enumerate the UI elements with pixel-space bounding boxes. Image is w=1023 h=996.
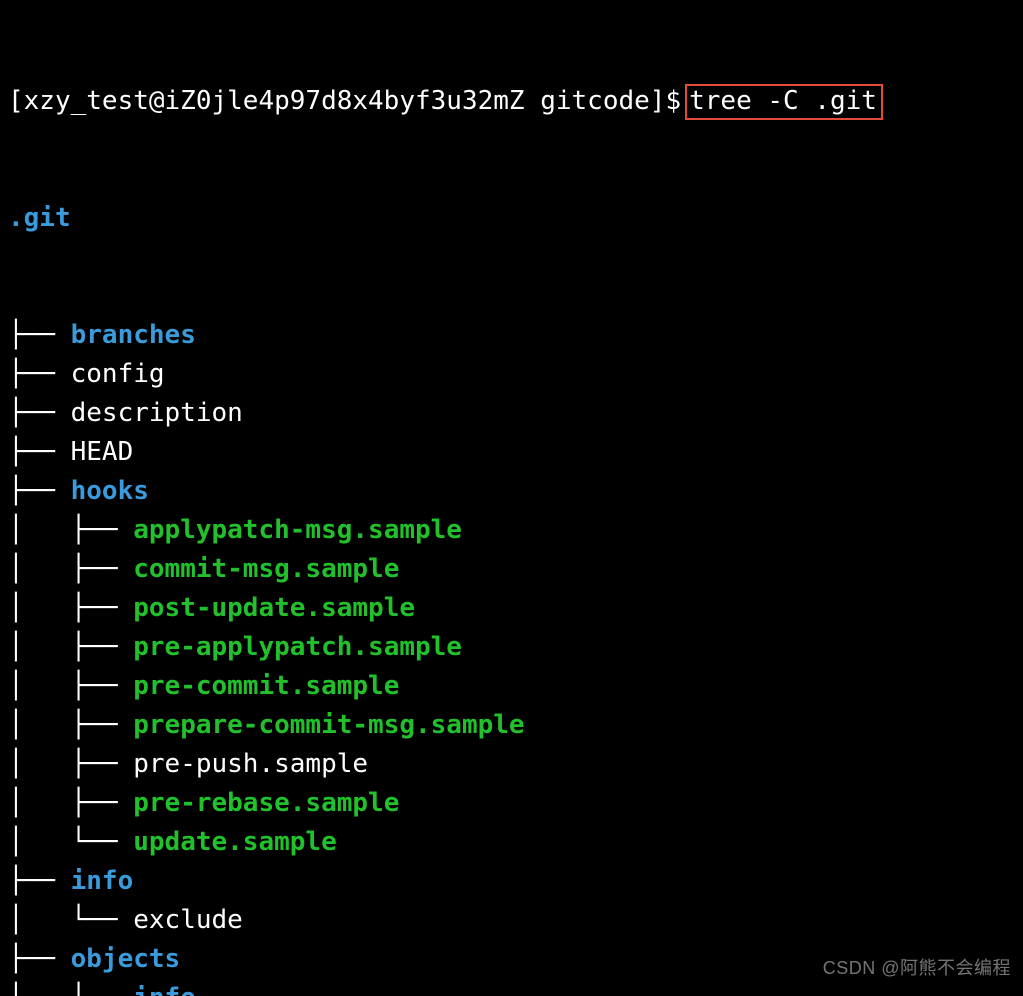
file-entry: config: [71, 359, 165, 389]
tree-row: ├── info: [8, 862, 1015, 901]
tree-row: ├── description: [8, 394, 1015, 433]
tree-body: ├── branches├── config├── description├──…: [8, 316, 1015, 996]
directory-entry: branches: [71, 320, 196, 350]
tree-prefix: ├──: [8, 476, 71, 506]
command-highlight: tree -C .git: [685, 84, 883, 120]
executable-entry: prepare-commit-msg.sample: [133, 710, 524, 740]
file-entry: pre-push.sample: [133, 749, 368, 779]
watermark: CSDN @阿熊不会编程: [823, 955, 1011, 982]
executable-entry: post-update.sample: [133, 593, 415, 623]
tree-row: │ ├── post-update.sample: [8, 589, 1015, 628]
tree-prefix: │ ├──: [8, 749, 133, 779]
tree-prefix: ├──: [8, 437, 71, 467]
tree-prefix: │ ├──: [8, 632, 133, 662]
prompt-line-1: [xzy_test@iZ0jle4p97d8x4byf3u32mZ gitcod…: [8, 82, 1015, 121]
tree-row: │ ├── pre-commit.sample: [8, 667, 1015, 706]
file-entry: exclude: [133, 905, 243, 935]
file-entry: description: [71, 398, 243, 428]
tree-row: ├── branches: [8, 316, 1015, 355]
tree-prefix: │ └──: [8, 827, 133, 857]
tree-row: │ ├── commit-msg.sample: [8, 550, 1015, 589]
executable-entry: pre-rebase.sample: [133, 788, 399, 818]
directory-entry: hooks: [71, 476, 149, 506]
tree-prefix: ├──: [8, 320, 71, 350]
directory-entry: info: [71, 866, 134, 896]
executable-entry: pre-applypatch.sample: [133, 632, 462, 662]
root-dir: .git: [8, 203, 71, 233]
tree-root: .git: [8, 199, 1015, 238]
tree-prefix: ├──: [8, 866, 71, 896]
tree-prefix: │ ├──: [8, 515, 133, 545]
tree-prefix: ├──: [8, 944, 71, 974]
tree-prefix: │ └──: [8, 905, 133, 935]
executable-entry: pre-commit.sample: [133, 671, 399, 701]
tree-row: │ └── update.sample: [8, 823, 1015, 862]
tree-row: ├── config: [8, 355, 1015, 394]
tree-prefix: │ ├──: [8, 593, 133, 623]
tree-row: │ ├── pre-push.sample: [8, 745, 1015, 784]
command-text: tree -C .git: [689, 86, 877, 116]
tree-prefix: ├──: [8, 398, 71, 428]
directory-entry: objects: [71, 944, 181, 974]
tree-row: │ ├── applypatch-msg.sample: [8, 511, 1015, 550]
terminal-output[interactable]: [xzy_test@iZ0jle4p97d8x4byf3u32mZ gitcod…: [0, 0, 1023, 996]
tree-row: ├── hooks: [8, 472, 1015, 511]
tree-row: │ ├── pre-applypatch.sample: [8, 628, 1015, 667]
directory-entry: info: [133, 983, 196, 996]
tree-prefix: │ ├──: [8, 671, 133, 701]
file-entry: HEAD: [71, 437, 134, 467]
prompt-dollar: $: [665, 86, 681, 116]
executable-entry: applypatch-msg.sample: [133, 515, 462, 545]
tree-prefix: │ ├──: [8, 788, 133, 818]
tree-row: ├── HEAD: [8, 433, 1015, 472]
tree-prefix: │ ├──: [8, 554, 133, 584]
prompt-user-host: [xzy_test@iZ0jle4p97d8x4byf3u32mZ gitcod…: [8, 86, 665, 116]
tree-row: │ └── exclude: [8, 901, 1015, 940]
executable-entry: commit-msg.sample: [133, 554, 399, 584]
tree-row: │ ├── prepare-commit-msg.sample: [8, 706, 1015, 745]
tree-row: │ ├── pre-rebase.sample: [8, 784, 1015, 823]
executable-entry: update.sample: [133, 827, 337, 857]
tree-prefix: │ ├──: [8, 710, 133, 740]
tree-prefix: ├──: [8, 359, 71, 389]
tree-prefix: │ ├──: [8, 983, 133, 996]
